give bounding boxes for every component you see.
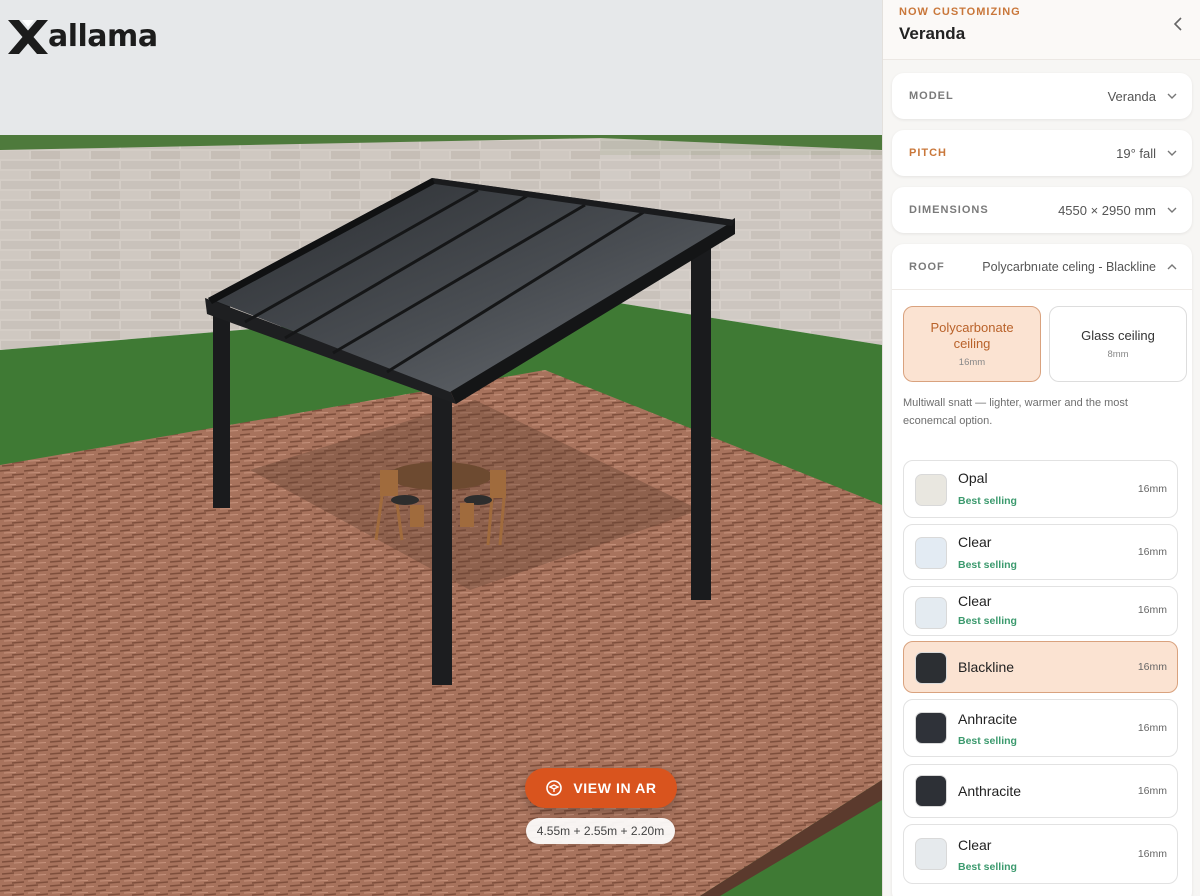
x-logo-icon <box>8 20 48 54</box>
dimensions-row[interactable]: DIMENSIONS 4550 × 2950 mm <box>892 187 1192 233</box>
pitch-value: 19° fall <box>1116 145 1156 161</box>
roof-type-thickness: 16mm <box>958 357 986 368</box>
roof-label: ROOF <box>909 260 945 273</box>
chevron-up-icon <box>1167 263 1177 269</box>
pitch-row[interactable]: PITCH 19° fall <box>892 130 1192 176</box>
chevron-left-icon[interactable] <box>1172 16 1184 32</box>
pitch-label: PITCH <box>909 147 947 159</box>
best-selling-badge: Best selling <box>958 615 1017 627</box>
roof-option-anhracite[interactable]: Anhracite Best selling 16mm <box>903 699 1178 757</box>
color-swatch <box>915 712 947 744</box>
option-name: Opal <box>958 470 988 486</box>
ar-icon <box>546 780 563 796</box>
roof-section: ROOF Polycarbnıate celing - Blackline Po… <box>892 244 1192 896</box>
sidebar-header: NOW CUSTOMIZING Veranda <box>883 0 1200 60</box>
roof-option-clear[interactable]: Clear Best selling 16mm <box>903 586 1178 636</box>
option-thickness: 16mm <box>1137 483 1167 495</box>
color-swatch <box>915 597 947 629</box>
color-swatch <box>915 652 947 684</box>
model-label: MODEL <box>909 90 954 102</box>
3d-viewport[interactable]: allama VIEW IN AR 4.55m + 2.55m + 2.20m <box>0 0 882 896</box>
model-value: Veranda <box>1107 88 1156 104</box>
brand-name: allama <box>48 19 158 54</box>
chevron-down-icon <box>1167 93 1177 99</box>
option-name: Anthracite <box>958 783 1022 799</box>
dimensions-value: 4550 × 2950 mm <box>1058 202 1156 218</box>
best-selling-badge: Best selling <box>958 861 1017 873</box>
roof-option-blackline[interactable]: Blackline 16mm <box>903 641 1178 693</box>
dimensions-pill: 4.55m + 2.55m + 2.20m <box>526 818 675 844</box>
option-thickness: 16mm <box>1137 661 1167 673</box>
color-swatch <box>915 474 947 506</box>
view-in-ar-button[interactable]: VIEW IN AR <box>525 768 677 808</box>
option-name: Anhracite <box>958 711 1018 727</box>
roof-option-opal[interactable]: Opal Best selling 16mm <box>903 460 1178 518</box>
color-swatch <box>915 775 947 807</box>
model-row[interactable]: MODEL Veranda <box>892 73 1192 119</box>
view-in-ar-label: VIEW IN AR <box>573 780 657 796</box>
roof-row[interactable]: ROOF Polycarbnıate celing - Blackline <box>892 244 1192 290</box>
option-thickness: 16mm <box>1137 785 1167 797</box>
pergola-render <box>0 0 882 896</box>
sidebar-title: Veranda <box>899 24 966 43</box>
roof-description: Multiwall snatt — lighter, warmer and th… <box>903 397 1128 427</box>
option-name: Clear <box>958 534 992 550</box>
option-thickness: 16mm <box>1137 604 1167 616</box>
roof-type-polycarbonate[interactable]: Polycarbonate ceiling 16mm <box>903 306 1041 382</box>
roof-value: Polycarbnıate celing - Blackline <box>982 259 1156 274</box>
roof-type-thickness: 8mm <box>1107 349 1129 360</box>
dimensions-label: DIMENSIONS <box>909 204 989 216</box>
best-selling-badge: Best selling <box>958 559 1017 571</box>
best-selling-badge: Best selling <box>958 495 1017 507</box>
option-name: Blackline <box>958 659 1015 675</box>
best-selling-badge: Best selling <box>958 735 1017 747</box>
roof-option-clear[interactable]: Clear Best selling 16mm <box>903 524 1178 580</box>
option-name: Clear <box>958 837 992 853</box>
roof-type-title: Glass ceiling <box>1081 328 1155 343</box>
roof-option-anthracite[interactable]: Anthracite 16mm <box>903 764 1178 818</box>
color-swatch <box>915 537 947 569</box>
brand-logo[interactable]: allama <box>8 20 158 54</box>
color-swatch <box>915 838 947 870</box>
sidebar-eyebrow: NOW CUSTOMIZING <box>899 6 1021 18</box>
option-thickness: 16mm <box>1137 546 1167 558</box>
chevron-down-icon <box>1167 150 1177 156</box>
roof-type-glass[interactable]: Glass ceiling 8mm <box>1049 306 1187 382</box>
roof-type-title: Polycarbonate ceiling <box>930 320 1014 351</box>
option-thickness: 16mm <box>1137 722 1167 734</box>
customization-sidebar: NOW CUSTOMIZING Veranda MODEL Veranda PI… <box>882 0 1200 896</box>
chevron-down-icon <box>1167 207 1177 213</box>
option-name: Clear <box>958 593 992 609</box>
option-thickness: 16mm <box>1137 848 1167 860</box>
roof-option-clear[interactable]: Clear Best selling 16mm <box>903 824 1178 884</box>
